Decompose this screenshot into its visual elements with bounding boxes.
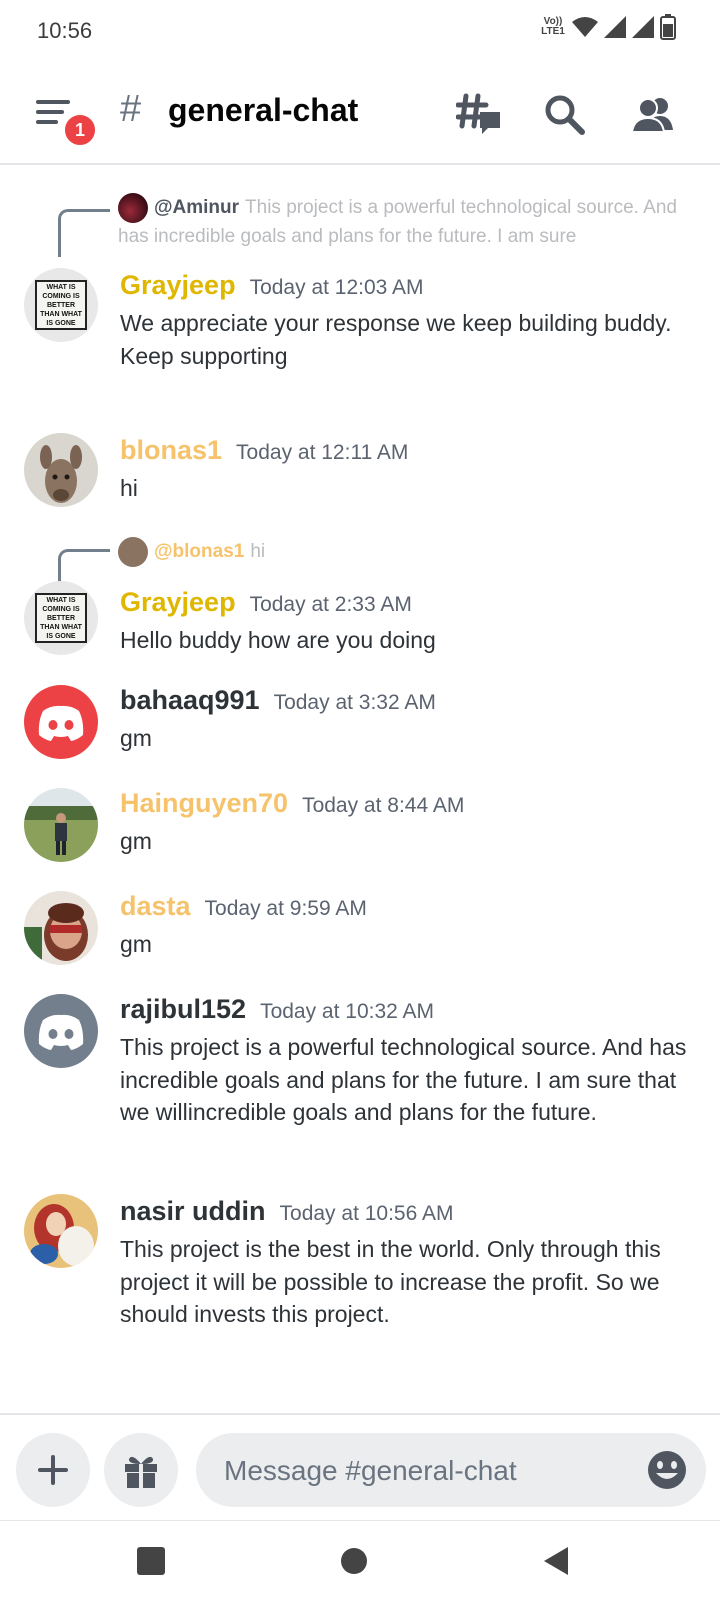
avatar-sign-text: WHAT IS COMING IS BETTER THAN WHAT IS GO… <box>37 595 85 641</box>
avatar[interactable] <box>24 685 98 759</box>
nav-back-icon[interactable] <box>538 1543 574 1579</box>
nav-recents-icon[interactable] <box>133 1543 169 1579</box>
nav-home-icon[interactable] <box>336 1543 372 1579</box>
message-timestamp: Today at 12:03 AM <box>249 276 424 299</box>
message-body: rajibul152 Today at 10:32 AM This project… <box>120 994 690 1129</box>
gift-icon <box>125 1456 157 1488</box>
threads-icon[interactable] <box>456 92 502 138</box>
message-author[interactable]: rajibul152 <box>120 994 246 1025</box>
add-attachment-button[interactable] <box>16 1433 90 1507</box>
message-timestamp: Today at 2:33 AM <box>249 593 412 616</box>
message-text: gm <box>120 725 152 751</box>
message-timestamp: Today at 8:44 AM <box>302 794 465 817</box>
discord-logo-icon <box>38 705 84 741</box>
message-text: We appreciate your response we keep buil… <box>120 310 672 369</box>
reply-preview[interactable]: @blonas1 hi <box>118 537 690 567</box>
notification-badge: 1 <box>62 112 98 148</box>
message-body: Grayjeep Today at 2:33 AM Hello buddy how… <box>120 587 690 657</box>
avatar[interactable] <box>24 433 98 507</box>
message-author[interactable]: bahaaq991 <box>120 685 260 716</box>
plus-icon <box>38 1455 68 1485</box>
message-body: nasir uddin Today at 10:56 AM This projec… <box>120 1196 690 1331</box>
anime-character-avatar-image <box>24 1194 98 1268</box>
status-icons: Vo)) LTE1 <box>540 14 676 40</box>
channel-title[interactable]: general-chat <box>168 92 358 129</box>
message-input[interactable] <box>222 1433 626 1509</box>
message-body: Hainguyen70 Today at 8:44 AM gm <box>120 788 690 858</box>
message-author[interactable]: nasir uddin <box>120 1196 266 1227</box>
reply-author: @Aminur <box>154 197 240 219</box>
avatar[interactable]: WHAT IS COMING IS BETTER THAN WHAT IS GO… <box>24 581 98 655</box>
status-bar: 10:56 Vo)) LTE1 <box>0 0 720 62</box>
message-author[interactable]: blonas1 <box>120 435 222 466</box>
volte-icon: Vo)) LTE1 <box>541 16 565 37</box>
signal-icon <box>604 16 626 38</box>
members-icon[interactable] <box>630 92 676 138</box>
avatar[interactable] <box>24 1194 98 1268</box>
message-body: blonas1 Today at 12:11 AM hi <box>120 435 690 505</box>
gift-button[interactable] <box>104 1433 178 1507</box>
message-timestamp: Today at 3:32 AM <box>273 691 436 714</box>
message-list[interactable]: @Aminur This project is a powerful techno… <box>0 165 720 1413</box>
message-timestamp: Today at 10:32 AM <box>260 1000 435 1023</box>
reply-avatar <box>118 193 148 223</box>
message-timestamp: Today at 12:11 AM <box>236 441 409 464</box>
channel-hash-icon: # <box>120 88 142 130</box>
menu-button[interactable]: 1 <box>34 98 98 148</box>
message-author[interactable]: Grayjeep <box>120 587 236 618</box>
avatar[interactable] <box>24 788 98 862</box>
message-text: Hello buddy how are you doing <box>120 627 436 653</box>
discord-logo-icon <box>38 1014 84 1050</box>
message-body: Grayjeep Today at 12:03 AM We appreciate … <box>120 270 690 372</box>
message-text: This project is the best in the world. O… <box>120 1236 661 1327</box>
channel-header: 1 # general-chat <box>0 62 720 165</box>
message-text: This project is a powerful technological… <box>120 1034 687 1125</box>
reply-avatar <box>118 537 148 567</box>
message-author[interactable]: dasta <box>120 891 191 922</box>
reply-preview[interactable]: @Aminur This project is a powerful techno… <box>118 193 690 251</box>
reply-author: @blonas1 <box>154 541 245 563</box>
reply-text: hi <box>250 541 266 563</box>
search-icon[interactable] <box>542 92 588 138</box>
message-author[interactable]: Hainguyen70 <box>120 788 288 819</box>
wifi-icon <box>572 17 598 37</box>
avatar[interactable]: WHAT IS COMING IS BETTER THAN WHAT IS GO… <box>24 268 98 342</box>
message-input-container[interactable] <box>196 1433 706 1509</box>
system-nav-bar <box>0 1520 720 1601</box>
message-timestamp: Today at 9:59 AM <box>204 897 367 920</box>
battery-icon <box>660 14 676 40</box>
message-body: bahaaq991 Today at 3:32 AM gm <box>120 685 690 755</box>
message-text: gm <box>120 828 152 854</box>
emoji-icon[interactable] <box>646 1449 688 1491</box>
signal-icon-2 <box>632 16 654 38</box>
kangaroo-avatar-image <box>24 433 98 507</box>
avatar[interactable] <box>24 994 98 1068</box>
person-avatar-image <box>24 891 98 965</box>
message-timestamp: Today at 10:56 AM <box>279 1202 454 1225</box>
message-text: hi <box>120 475 138 501</box>
avatar[interactable] <box>24 891 98 965</box>
avatar-sign-text: WHAT IS COMING IS BETTER THAN WHAT IS GO… <box>37 282 85 328</box>
message-text: gm <box>120 931 152 957</box>
person-field-avatar-image <box>24 788 98 862</box>
status-time: 10:56 <box>37 18 93 43</box>
message-body: dasta Today at 9:59 AM gm <box>120 891 690 961</box>
reply-connector <box>58 209 110 257</box>
message-author[interactable]: Grayjeep <box>120 270 236 301</box>
message-composer <box>0 1413 720 1520</box>
